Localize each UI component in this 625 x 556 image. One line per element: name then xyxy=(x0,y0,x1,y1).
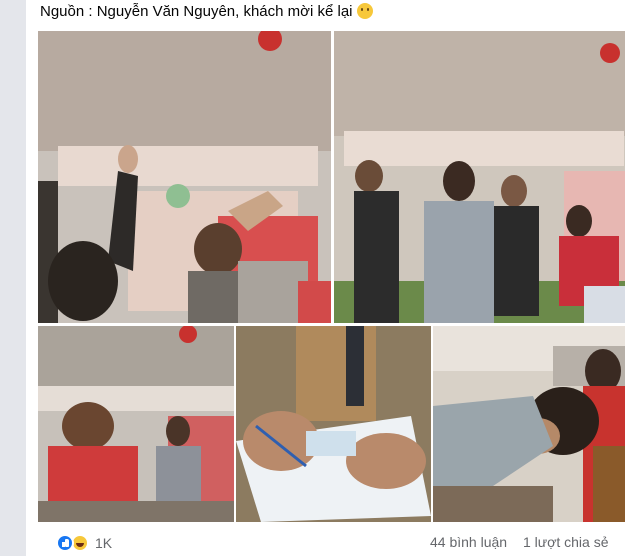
post-stats-bar: 1K 44 bình luận 1 lượt chia sẻ xyxy=(26,529,625,556)
photo-tent-dance-2[interactable] xyxy=(334,31,625,323)
comments-count-link[interactable]: 44 bình luận xyxy=(430,534,507,550)
photo-tent-dance-1[interactable] xyxy=(38,31,331,323)
caption-text: Nguồn : Nguyễn Văn Nguyên, khách mời kể … xyxy=(40,3,353,20)
photo-image xyxy=(334,31,625,323)
photo-writing-paper[interactable] xyxy=(236,326,431,522)
photo-image xyxy=(38,31,331,323)
shares-count-link[interactable]: 1 lượt chia sẻ xyxy=(523,534,608,550)
reaction-count: 1K xyxy=(95,535,113,551)
photo-tent-dance-3[interactable] xyxy=(38,326,234,522)
photo-image xyxy=(433,326,625,522)
photo-man-leaning[interactable] xyxy=(433,326,625,522)
photo-image xyxy=(236,326,431,522)
crying-face-icon xyxy=(356,3,373,19)
facebook-post: Nguồn : Nguyễn Văn Nguyên, khách mời kể … xyxy=(26,0,625,556)
like-icon xyxy=(56,534,74,552)
photo-image xyxy=(38,326,234,522)
sidebar-edge xyxy=(0,0,26,556)
post-caption: Nguồn : Nguyễn Văn Nguyên, khách mời kể … xyxy=(40,2,620,22)
reactions-summary[interactable]: 1K xyxy=(56,533,112,553)
